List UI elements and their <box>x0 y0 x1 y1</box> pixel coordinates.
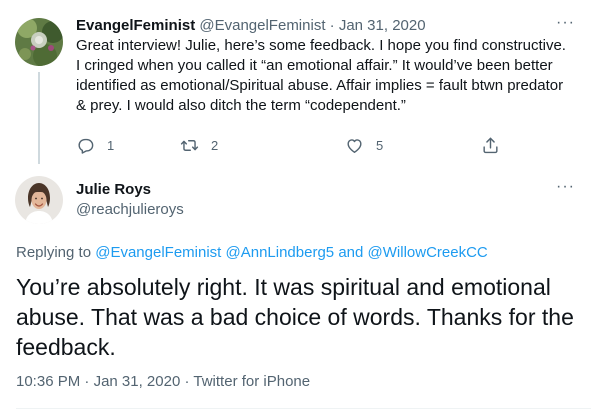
retweet-count: 2 <box>211 137 219 153</box>
handle[interactable]: @EvangelFeminist <box>199 17 325 34</box>
mention-link[interactable]: @WillowCreekCC <box>368 244 488 261</box>
tweet-date[interactable]: Jan 31, 2020 <box>339 17 426 34</box>
separator: · <box>84 373 90 390</box>
replying-and[interactable]: and <box>338 244 363 261</box>
retweet-icon <box>180 139 199 151</box>
more-options-icon[interactable]: ··· <box>556 14 575 32</box>
avatar[interactable] <box>15 176 63 224</box>
tweet-timestamp: 10:36 PM · Jan 31, 2020 · Twitter for iP… <box>16 372 310 392</box>
share-button[interactable] <box>481 134 500 156</box>
avatar[interactable] <box>15 18 63 66</box>
display-name[interactable]: Julie Roys <box>76 180 151 200</box>
retweet-button[interactable]: 2 <box>180 134 218 156</box>
display-name[interactable]: EvangelFeminist <box>76 17 195 34</box>
reply-button[interactable]: 1 <box>76 134 114 156</box>
like-count: 5 <box>376 137 384 153</box>
replying-prefix: Replying to <box>16 244 92 261</box>
separator: · <box>184 373 190 390</box>
tweet-header: EvangelFeminist @EvangelFeminist · Jan 3… <box>76 16 576 36</box>
replying-to: Replying to @EvangelFeminist @AnnLindber… <box>16 243 488 263</box>
like-button[interactable]: 5 <box>345 134 383 156</box>
more-options-icon[interactable]: ··· <box>556 178 575 196</box>
mention-link[interactable]: @AnnLindberg5 <box>226 244 335 261</box>
reply-icon <box>78 138 94 154</box>
mention-link[interactable]: @EvangelFeminist <box>95 244 221 261</box>
tweet-time[interactable]: 10:36 PM <box>16 373 80 390</box>
like-icon <box>347 138 362 153</box>
tweet-text: You’re absolutely right. It was spiritua… <box>16 274 574 360</box>
tweet-source[interactable]: Twitter for iPhone <box>193 373 310 390</box>
focused-tweet: Julie Roys @reachjulieroys ··· Replying … <box>0 164 591 412</box>
tweet-actions: 1 2 5 <box>76 134 516 156</box>
share-icon <box>483 137 498 153</box>
tweet-date[interactable]: Jan 31, 2020 <box>94 373 181 390</box>
divider <box>16 408 591 409</box>
parent-tweet[interactable]: EvangelFeminist @EvangelFeminist · Jan 3… <box>0 0 591 164</box>
tweet-text: Great interview! Julie, here’s some feed… <box>76 37 566 114</box>
separator: · <box>329 17 335 34</box>
reply-count: 1 <box>107 137 115 153</box>
tweet-body: EvangelFeminist @EvangelFeminist · Jan 3… <box>76 16 576 116</box>
handle[interactable]: @reachjulieroys <box>76 200 184 220</box>
